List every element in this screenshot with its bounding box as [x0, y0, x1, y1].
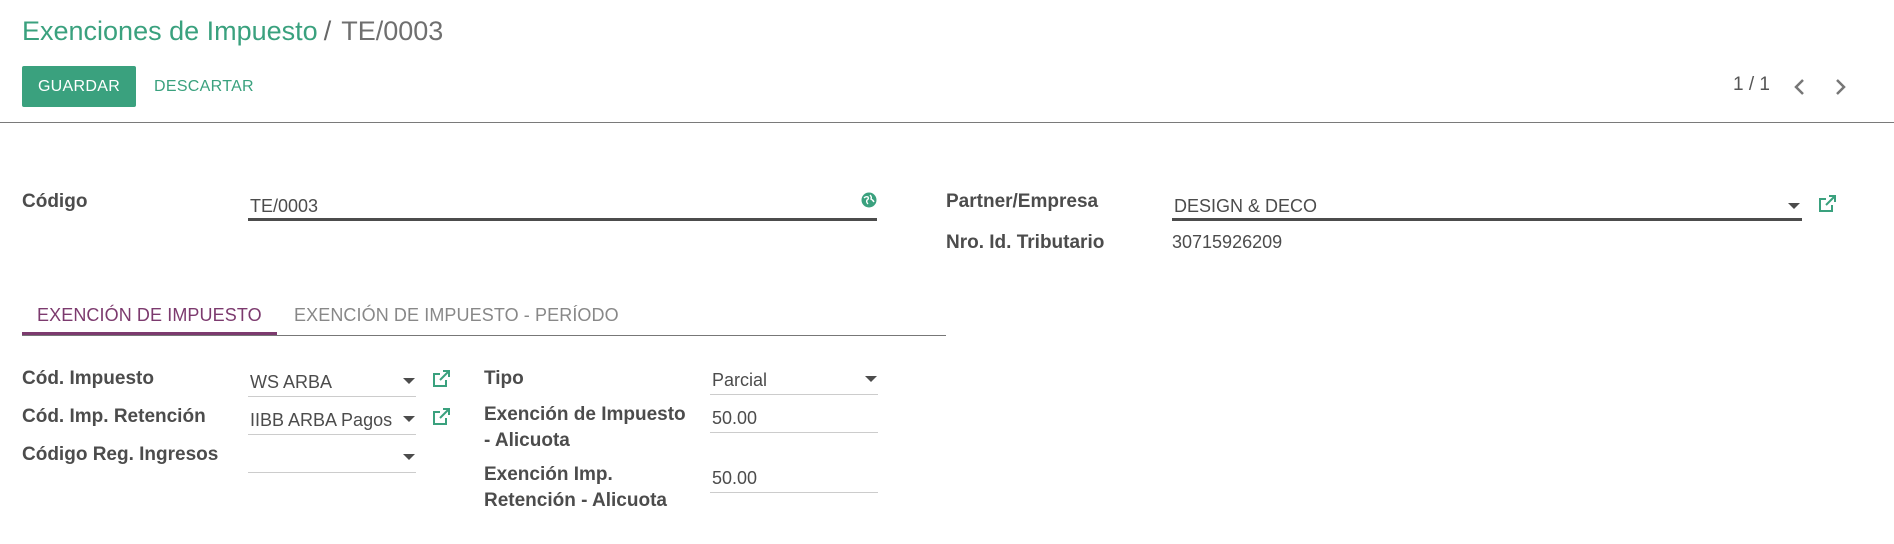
codigo-field[interactable]: TE/0003 — [248, 190, 877, 221]
partner-dropdown-chevron-icon[interactable] — [1788, 203, 1800, 209]
breadcrumb: Exenciones de Impuesto / TE/0003 — [22, 16, 443, 47]
cod-impuesto-label: Cód. Impuesto — [22, 368, 154, 389]
partner-label: Partner/Empresa — [946, 191, 1099, 212]
tipo-chevron-down-icon[interactable] — [865, 376, 877, 382]
breadcrumb-parent-link[interactable]: Exenciones de Impuesto — [22, 16, 318, 46]
notebook-tabs: EXENCIÓN DE IMPUESTO EXENCIÓN DE IMPUEST… — [22, 299, 946, 336]
cod-impuesto-field[interactable]: WS ARBA — [248, 366, 416, 397]
codigo-value: TE/0003 — [250, 196, 319, 216]
discard-button[interactable]: DESCARTAR — [154, 66, 254, 107]
nro-id-label: Nro. Id. Tributario — [946, 232, 1105, 253]
exencion-ret-alicuota-label-line1: Exención Imp. — [484, 464, 613, 485]
tipo-value: Parcial — [712, 370, 768, 390]
codigo-reg-ingresos-field[interactable] — [248, 442, 416, 473]
exencion-alicuota-label: Exención de Impuesto - Alicuota — [484, 402, 686, 454]
control-panel: Exenciones de Impuesto / TE/0003 GUARDAR D… — [0, 0, 1894, 123]
tab-exencion-impuesto[interactable]: EXENCIÓN DE IMPUESTO — [22, 299, 277, 335]
codigo-reg-ingresos-chevron-down-icon[interactable] — [403, 454, 415, 460]
exencion-ret-alicuota-label: Exención Imp. Retención - Alicuota — [484, 462, 667, 514]
cod-imp-retencion-external-link-icon[interactable] — [431, 407, 451, 427]
codigo-label: Código — [22, 191, 88, 212]
previous-record-icon[interactable] — [1789, 76, 1811, 98]
exencion-ret-alicuota-field[interactable]: 50.00 — [710, 462, 878, 493]
tipo-field[interactable]: Parcial — [710, 364, 878, 395]
exencion-ret-alicuota-value: 50.00 — [712, 468, 758, 488]
cod-imp-retencion-chevron-down-icon[interactable] — [403, 416, 415, 422]
breadcrumb-separator: / — [323, 16, 332, 46]
tab-exencion-impuesto-periodo[interactable]: EXENCIÓN DE IMPUESTO - PERÍODO — [279, 299, 634, 335]
tipo-label: Tipo — [484, 368, 524, 389]
codigo-reg-ingresos-label: Código Reg. Ingresos — [22, 444, 219, 465]
cod-impuesto-value: WS ARBA — [250, 372, 333, 392]
cod-imp-retencion-value: IIBB ARBA Pagos — [250, 410, 393, 430]
save-button[interactable]: GUARDAR — [22, 66, 136, 107]
nro-id-value: 30715926209 — [1172, 232, 1283, 252]
pager-value[interactable]: 1 / 1 — [1733, 74, 1770, 96]
next-record-icon[interactable] — [1829, 76, 1851, 98]
cod-imp-retencion-field[interactable]: IIBB ARBA Pagos — [248, 404, 416, 435]
partner-external-link-icon[interactable] — [1817, 194, 1837, 214]
exencion-alicuota-value: 50.00 — [712, 408, 758, 428]
partner-value: DESIGN & DECO — [1174, 196, 1318, 216]
cod-imp-retencion-label: Cód. Imp. Retención — [22, 406, 206, 427]
cod-impuesto-chevron-down-icon[interactable] — [403, 378, 415, 384]
globe-icon[interactable] — [861, 192, 877, 208]
exencion-alicuota-field[interactable]: 50.00 — [710, 402, 878, 433]
exencion-alicuota-label-line1: Exención de Impuesto — [484, 404, 686, 425]
exencion-ret-alicuota-label-line2: Retención - Alicuota — [484, 490, 667, 511]
breadcrumb-current: TE/0003 — [341, 16, 444, 46]
exencion-alicuota-label-line2: - Alicuota — [484, 430, 570, 451]
cod-impuesto-external-link-icon[interactable] — [431, 369, 451, 389]
partner-field[interactable]: DESIGN & DECO — [1172, 190, 1802, 221]
